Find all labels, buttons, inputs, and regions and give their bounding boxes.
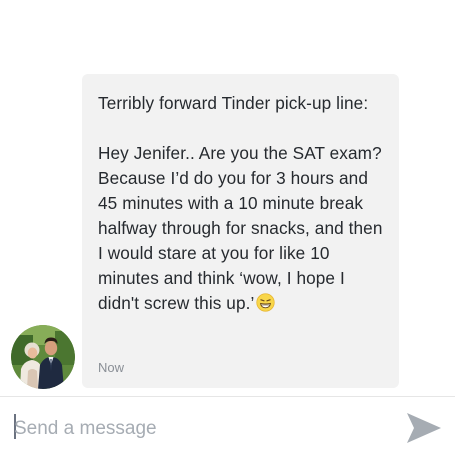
- avatar-photo-icon: [11, 325, 75, 389]
- message-body: Hey Jenifer.. Are you the SAT exam? Beca…: [98, 143, 383, 313]
- message-body-wrap: Hey Jenifer.. Are you the SAT exam? Beca…: [98, 141, 383, 316]
- message-intro: Terribly forward Tinder pick-up line:: [98, 93, 369, 113]
- grinning-face-emoji-icon: [256, 293, 276, 312]
- message-timestamp: Now: [98, 360, 125, 375]
- chat-screen: Terribly forward Tinder pick-up line: He…: [0, 0, 455, 455]
- avatar[interactable]: [11, 325, 75, 389]
- message-row: Terribly forward Tinder pick-up line: He…: [0, 0, 455, 395]
- send-button[interactable]: [404, 409, 444, 447]
- message-composer: [0, 396, 455, 455]
- send-arrow-icon: [407, 413, 441, 443]
- message-bubble: Terribly forward Tinder pick-up line: He…: [82, 74, 399, 388]
- message-input[interactable]: [14, 415, 374, 443]
